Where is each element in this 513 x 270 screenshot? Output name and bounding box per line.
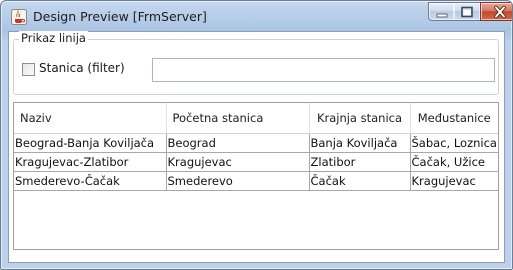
table-header-row: Naziv Početna stanica Krajnja stanica Me… xyxy=(14,103,498,134)
table-cell[interactable]: Zlatibor xyxy=(309,152,411,172)
groupbox-title: Prikaz linija xyxy=(19,31,88,45)
column-header-krajnja-stanica[interactable]: Krajnja stanica xyxy=(309,103,411,134)
lines-groupbox: Prikaz linija Stanica (filter) xyxy=(13,31,499,95)
table-cell[interactable]: Smederevo-Čačak xyxy=(14,171,167,191)
minimize-button[interactable] xyxy=(428,2,455,21)
column-header-naziv[interactable]: Naziv xyxy=(14,103,167,134)
java-cup-icon xyxy=(11,9,27,25)
app-window: Design Preview [FrmServer] Prikaz linija… xyxy=(0,0,513,270)
station-filter-input[interactable] xyxy=(152,58,495,82)
table-cell[interactable]: Kragujevac-Zlatibor xyxy=(14,152,167,172)
table-cell[interactable]: Čačak xyxy=(309,171,411,191)
station-filter-label[interactable]: Stanica (filter) xyxy=(39,61,125,75)
table-cell[interactable]: Beograd-Banja Koviljača xyxy=(14,133,167,153)
maximize-button[interactable] xyxy=(454,2,481,21)
window-content: Prikaz linija Stanica (filter) Naziv Poč… xyxy=(8,31,505,263)
table-cell[interactable]: Kragujevac xyxy=(410,171,498,191)
table-row[interactable]: Beograd-Banja Koviljača Beograd Banja Ko… xyxy=(14,133,498,153)
window-title: Design Preview [FrmServer] xyxy=(33,9,207,24)
close-button[interactable] xyxy=(480,2,512,21)
table-row[interactable]: Kragujevac-Zlatibor Kragujevac Zlatibor … xyxy=(14,152,498,172)
table-row[interactable]: Smederevo-Čačak Smederevo Čačak Kragujev… xyxy=(14,171,498,191)
table-cell[interactable]: Kragujevac xyxy=(166,152,310,172)
table-cell[interactable]: Šabac, Loznica xyxy=(410,133,498,153)
column-header-pocetna-stanica[interactable]: Početna stanica xyxy=(166,103,310,134)
station-filter-checkbox[interactable] xyxy=(22,63,35,76)
table-cell[interactable]: Beograd xyxy=(166,133,310,153)
column-header-medjustanice[interactable]: Međustanice xyxy=(410,103,498,134)
table-cell[interactable]: Banja Koviljača xyxy=(309,133,411,153)
lines-table: Naziv Početna stanica Krajnja stanica Me… xyxy=(13,102,499,250)
table-cell[interactable]: Čačak, Užice xyxy=(410,152,498,172)
title-bar[interactable]: Design Preview [FrmServer] xyxy=(1,1,512,31)
table-cell[interactable]: Smederevo xyxy=(166,171,310,191)
